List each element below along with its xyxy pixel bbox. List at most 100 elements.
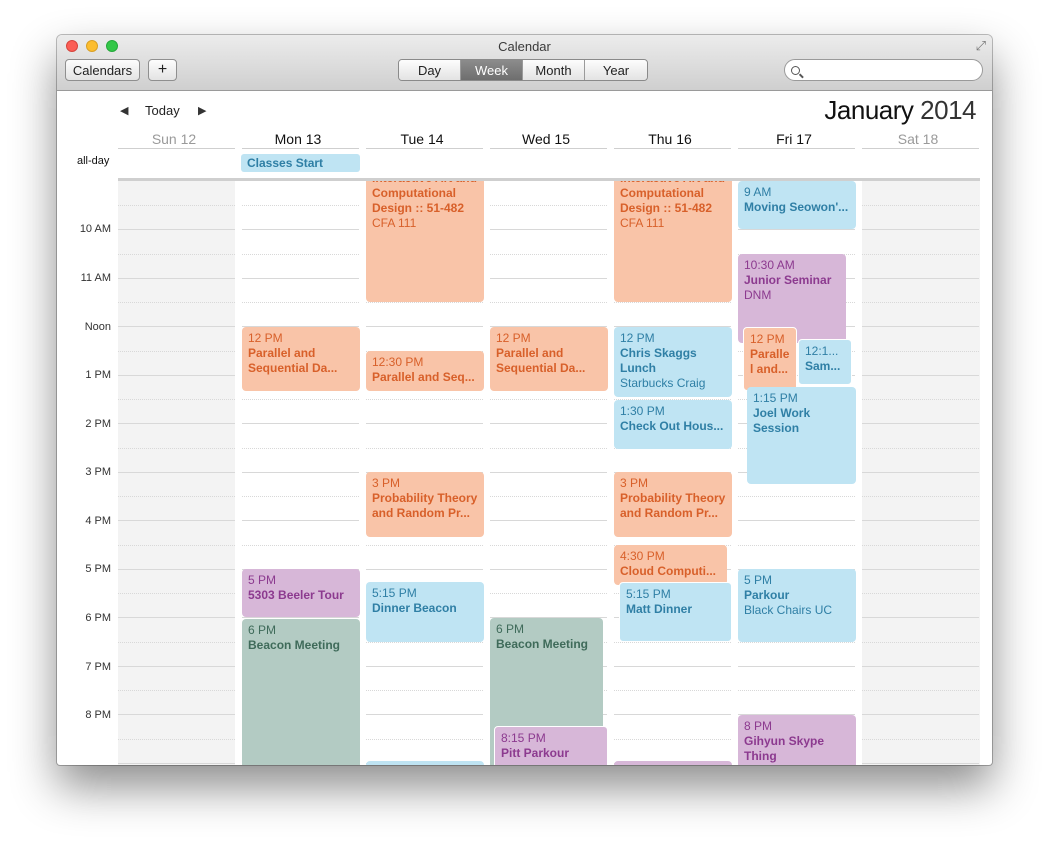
hour-line bbox=[738, 520, 855, 521]
calendar-event[interactable]: 1:30 PM Check Out Hous... bbox=[614, 400, 732, 449]
prev-week-button[interactable]: ◀ bbox=[120, 104, 128, 117]
half-hour-line bbox=[366, 690, 483, 691]
calendar-event[interactable]: 3 PM Probability Theory and Random Pr... bbox=[614, 472, 732, 537]
week-grid[interactable]: 10 AM 11 AM Noon 1 PM 2 PM 3 PM 4 PM 5 P… bbox=[57, 181, 992, 765]
event-location: Starbucks Craig bbox=[620, 376, 706, 390]
hour-line bbox=[242, 617, 359, 618]
event-time: 12 PM bbox=[750, 332, 785, 346]
day-divider bbox=[614, 148, 731, 149]
event-title: Beacon Meeting bbox=[496, 637, 589, 651]
day-header-sat[interactable]: Sat 18 bbox=[859, 131, 977, 147]
calendar-event[interactable]: 6 PM Beacon Meeting bbox=[242, 619, 360, 765]
half-hour-line bbox=[862, 690, 979, 691]
event-time: 12 PM bbox=[496, 331, 531, 345]
calendar-event[interactable]: 8:15 PM Pitt Parkour bbox=[494, 726, 608, 765]
day-divider bbox=[366, 148, 483, 149]
calendar-event[interactable]: 5:15 PM Dinner Beacon bbox=[366, 582, 484, 642]
event-title: Moving Seowon'... bbox=[744, 200, 849, 214]
half-hour-line bbox=[366, 302, 483, 303]
half-hour-line bbox=[242, 496, 359, 497]
half-hour-line bbox=[118, 351, 235, 352]
tab-year[interactable]: Year bbox=[585, 60, 647, 80]
event-title: Parallel and Seq... bbox=[372, 370, 475, 384]
event-title: Junior Seminar bbox=[744, 273, 832, 287]
time-label: 5 PM bbox=[85, 563, 111, 575]
half-hour-line bbox=[242, 448, 359, 449]
hour-line bbox=[490, 229, 607, 230]
calendar-event-partial[interactable] bbox=[614, 761, 732, 765]
time-label: 4 PM bbox=[85, 515, 111, 527]
event-location: Black Chairs UC bbox=[744, 603, 833, 617]
calendar-event[interactable]: Interactive Art and Computational Design… bbox=[614, 181, 732, 302]
hour-line bbox=[118, 326, 235, 327]
calendar-event[interactable]: 5 PM 5303 Beeler Tour bbox=[242, 569, 360, 617]
half-hour-line bbox=[614, 302, 731, 303]
half-hour-line bbox=[366, 448, 483, 449]
calendar-event-partial[interactable] bbox=[366, 761, 484, 765]
hour-line bbox=[118, 763, 235, 764]
month-year-title: January 2014 bbox=[824, 95, 976, 126]
day-header-tue[interactable]: Tue 14 bbox=[363, 131, 481, 147]
event-title: Check Out Hous... bbox=[620, 419, 724, 433]
event-time: 10:30 AM bbox=[744, 258, 795, 272]
calendar-event[interactable]: 9 AM Moving Seowon'... bbox=[738, 181, 856, 229]
calendar-event[interactable]: 1:15 PM Joel Work Session bbox=[747, 387, 856, 484]
event-time: 5 PM bbox=[744, 573, 773, 587]
hour-line bbox=[862, 520, 979, 521]
calendar-event[interactable]: Interactive Art and Computational Design… bbox=[366, 181, 484, 302]
event-title: Probability Theory and Random Pr... bbox=[620, 491, 726, 520]
day-header-sun[interactable]: Sun 12 bbox=[115, 131, 233, 147]
today-button[interactable]: Today bbox=[145, 103, 180, 118]
calendar-event[interactable]: 12 PM Parallel and Sequential Da... bbox=[490, 327, 608, 391]
half-hour-line bbox=[490, 496, 607, 497]
event-title: Chris Skaggs Lunch bbox=[620, 346, 697, 375]
half-hour-line bbox=[242, 254, 359, 255]
event-title: Parkour bbox=[744, 588, 790, 602]
tab-month[interactable]: Month bbox=[523, 60, 585, 80]
next-week-button[interactable]: ▶ bbox=[198, 104, 206, 117]
event-title: Cloud Computi... bbox=[620, 564, 716, 578]
hour-line bbox=[614, 666, 731, 667]
hour-line bbox=[614, 714, 731, 715]
event-title: 5303 Beeler Tour bbox=[248, 588, 344, 602]
calendar-event[interactable]: 12:1... Sam... bbox=[798, 339, 852, 385]
calendar-event[interactable]: 12 PM Paralle l and... bbox=[743, 327, 797, 391]
calendars-button[interactable]: Calendars bbox=[65, 59, 140, 81]
calendar-event[interactable]: 12:30 PM Parallel and Seq... bbox=[366, 351, 484, 391]
search-field[interactable] bbox=[784, 59, 983, 81]
hour-line bbox=[118, 714, 235, 715]
time-label: 3 PM bbox=[85, 466, 111, 478]
half-hour-line bbox=[118, 448, 235, 449]
calendar-window: Calendar ⤢ Calendars + Day Week Month Ye… bbox=[57, 35, 992, 765]
search-input[interactable] bbox=[806, 63, 982, 77]
event-location: CFA 111 bbox=[372, 216, 417, 230]
weekend-column-sun bbox=[118, 181, 235, 765]
calendar-event[interactable]: 12 PM Parallel and Sequential Da... bbox=[242, 327, 360, 391]
half-hour-line bbox=[118, 205, 235, 206]
hour-line bbox=[862, 423, 979, 424]
day-divider bbox=[738, 148, 855, 149]
event-time: 6 PM bbox=[496, 622, 525, 636]
day-header-fri[interactable]: Fri 17 bbox=[735, 131, 853, 147]
fullscreen-icon[interactable]: ⤢ bbox=[976, 38, 986, 54]
event-time: 6 PM bbox=[248, 623, 277, 637]
hour-line bbox=[862, 763, 979, 764]
calendar-event[interactable]: 12 PM Chris Skaggs Lunch Starbucks Craig bbox=[614, 327, 732, 397]
hour-line bbox=[366, 326, 483, 327]
half-hour-line bbox=[118, 593, 235, 594]
hour-line bbox=[862, 666, 979, 667]
calendar-event[interactable]: 3 PM Probability Theory and Random Pr... bbox=[366, 472, 484, 537]
tab-day[interactable]: Day bbox=[399, 60, 461, 80]
calendar-event[interactable]: 5:15 PM Matt Dinner bbox=[619, 582, 732, 642]
day-header-wed[interactable]: Wed 15 bbox=[487, 131, 605, 147]
calendar-event[interactable]: 8 PM Gihyun Skype Thing bbox=[738, 715, 856, 765]
hour-line bbox=[490, 423, 607, 424]
event-title: Probability Theory and Random Pr... bbox=[372, 491, 478, 520]
add-button[interactable]: + bbox=[148, 59, 177, 81]
day-header-thu[interactable]: Thu 16 bbox=[611, 131, 729, 147]
calendar-event[interactable]: 5 PM Parkour Black Chairs UC bbox=[738, 569, 856, 642]
tab-week[interactable]: Week bbox=[461, 60, 523, 80]
calendar-event[interactable]: 4:30 PM Cloud Computi... bbox=[614, 545, 727, 585]
day-header-mon[interactable]: Mon 13 bbox=[239, 131, 357, 147]
all-day-event[interactable]: Classes Start bbox=[241, 154, 360, 172]
